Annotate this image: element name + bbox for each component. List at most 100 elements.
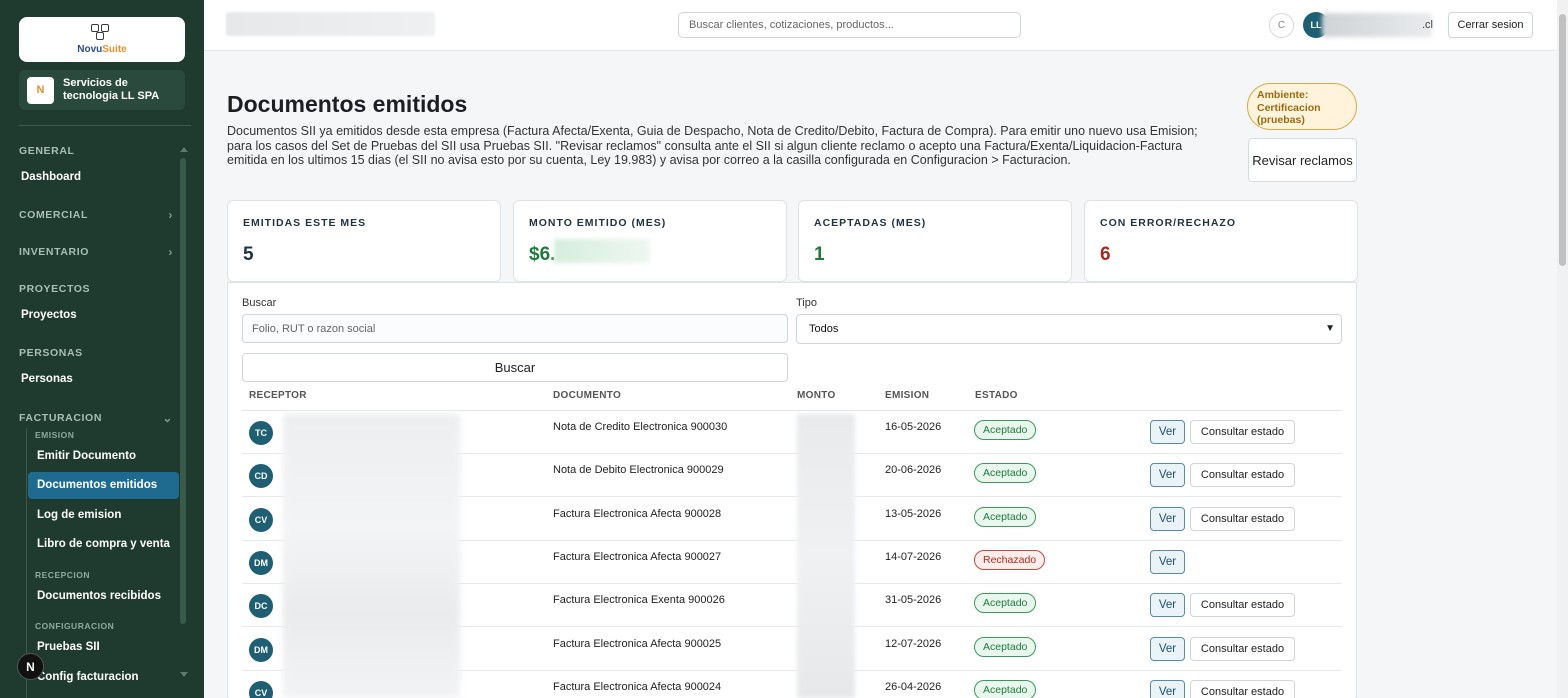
company-switcher[interactable]: N Servicios de tecnologia LL SPA [19,70,185,110]
document-name: Nota de Credito Electronica 900030 [553,421,728,433]
sidebar: NovuSuite N Servicios de tecnologia LL S… [0,0,204,698]
view-button[interactable]: Ver [1150,636,1185,661]
dev-tools-badge[interactable]: N [17,653,44,680]
sidebar-item-emitir[interactable]: Emitir Documento [37,450,136,462]
receptor-avatar: DM [249,550,273,575]
redacted-email [1322,13,1432,37]
section-personas: PERSONAS [19,347,83,359]
stat-card-aceptadas: ACEPTADAS (MES) 1 [798,200,1072,282]
company-name: Servicios de tecnologia LL SPA [63,77,160,102]
receptor-avatar: DC [249,594,273,619]
section-inventario[interactable]: INVENTARIO › [19,245,177,259]
company-logo: N [27,76,54,104]
view-button[interactable]: Ver [1150,420,1185,444]
sidebar-item-pruebas[interactable]: Pruebas SII [37,641,100,653]
view-button[interactable]: Ver [1150,549,1185,574]
section-proyectos: PROYECTOS [19,283,91,295]
redacted-receptor-column [283,414,460,698]
group-emision: EMISION [35,430,75,440]
sidebar-item-config[interactable]: Config facturacion [37,671,139,683]
receptor-avatar: CV [249,680,273,698]
type-label: Tipo [796,297,817,309]
search-button[interactable]: Buscar [242,353,788,382]
stat-label: CON ERROR/RECHAZO [1100,217,1237,229]
receptor-avatar: DM [249,637,273,662]
status-badge: Aceptado [974,636,1037,657]
view-button[interactable]: Ver [1150,593,1185,618]
emission-date: 13-05-2026 [885,507,942,520]
page-title: Documentos emitidos [227,91,468,117]
logo-icon [91,24,113,42]
sidebar-item-libro[interactable]: Libro de compra y venta [37,538,170,550]
app-logo[interactable]: NovuSuite [19,17,185,62]
status-badge: Aceptado [974,593,1037,614]
col-documento: DOCUMENTO [553,390,622,401]
check-status-button[interactable]: Consultar estado [1190,420,1295,444]
sidebar-item-proyectos[interactable]: Proyectos [21,309,77,321]
status-badge: Aceptado [974,506,1037,527]
document-name: Factura Electronica Afecta 900027 [553,550,722,563]
logout-button[interactable]: Cerrar sesion [1448,12,1533,38]
status-badge: Aceptado [974,679,1037,698]
global-search-input[interactable] [678,12,1021,38]
scroll-down-icon[interactable] [180,672,188,677]
sidebar-item-dashboard[interactable]: Dashboard [21,171,81,183]
review-claims-button[interactable]: Revisar reclamos [1248,138,1357,182]
view-button[interactable]: Ver [1150,463,1185,488]
view-button[interactable]: Ver [1150,506,1185,531]
page-description: Documentos SII ya emitidos desde esta em… [227,124,1198,167]
stat-label: MONTO EMITIDO (MES) [529,217,667,229]
document-name: Factura Electronica Exenta 900026 [553,594,725,607]
section-comercial[interactable]: COMERCIAL › [19,208,177,222]
emission-date: 31-05-2026 [885,594,942,607]
sidebar-item-log[interactable]: Log de emision [37,509,121,521]
type-select-value: Todos [809,323,839,335]
stat-value: 5 [243,244,254,265]
view-button[interactable]: Ver [1150,679,1185,698]
document-name: Factura Electronica Afecta 900025 [553,637,722,650]
user-email: .cl [1422,19,1433,31]
group-configuracion: CONFIGURACION [35,621,115,631]
col-receptor: RECEPTOR [249,390,307,401]
section-facturacion[interactable]: FACTURACION ⌄ [19,411,177,425]
emission-date: 26-04-2026 [885,680,942,693]
check-status-button[interactable]: Consultar estado [1190,463,1295,488]
stat-card-emitidas: EMITIDAS ESTE MES 5 [227,200,501,282]
environment-badge: Ambiente: Certificacion (pruebas) [1247,83,1357,130]
page-scrollbar[interactable] [1557,0,1568,698]
stat-value: 1 [814,244,825,265]
status-badge: Rechazado [974,549,1046,570]
emission-date: 14-07-2026 [885,550,942,563]
check-status-button[interactable]: Consultar estado [1190,506,1295,531]
receptor-avatar: CD [249,464,273,489]
stat-label: EMITIDAS ESTE MES [243,217,367,229]
document-search-input[interactable] [242,314,788,343]
check-status-button[interactable]: Consultar estado [1190,679,1295,698]
theme-toggle-icon[interactable]: C [1269,13,1294,38]
chevron-right-icon: › [168,245,173,259]
stat-card-monto: MONTO EMITIDO (MES) $6. [513,200,787,282]
status-badge: Aceptado [974,463,1037,484]
document-name: Factura Electronica Afecta 900028 [553,507,722,520]
col-emision: EMISION [885,390,930,401]
redacted-title [226,12,435,36]
sidebar-item-personas[interactable]: Personas [21,373,73,385]
search-label: Buscar [242,297,277,309]
emission-date: 12-07-2026 [885,637,942,650]
emission-date: 20-06-2026 [885,464,942,477]
sidebar-item-recibidos[interactable]: Documentos recibidos [37,590,161,602]
scroll-up-icon[interactable] [180,147,188,152]
sidebar-divider [19,125,191,126]
logo-text: NovuSuite [77,44,127,55]
sidebar-scrollbar[interactable] [180,158,186,624]
sidebar-item-emitidos[interactable]: Documentos emitidos [28,472,179,499]
check-status-button[interactable]: Consultar estado [1190,593,1295,618]
check-status-button[interactable]: Consultar estado [1190,636,1295,661]
col-monto: MONTO [797,390,836,401]
page-scrollbar-thumb[interactable] [1559,14,1566,266]
type-select[interactable]: Todos ▼ [796,314,1342,344]
redacted-monto-column [797,414,855,698]
chevron-down-icon: ⌄ [162,411,173,425]
stat-value: 6 [1100,244,1111,265]
stat-value: $6. [529,244,556,265]
